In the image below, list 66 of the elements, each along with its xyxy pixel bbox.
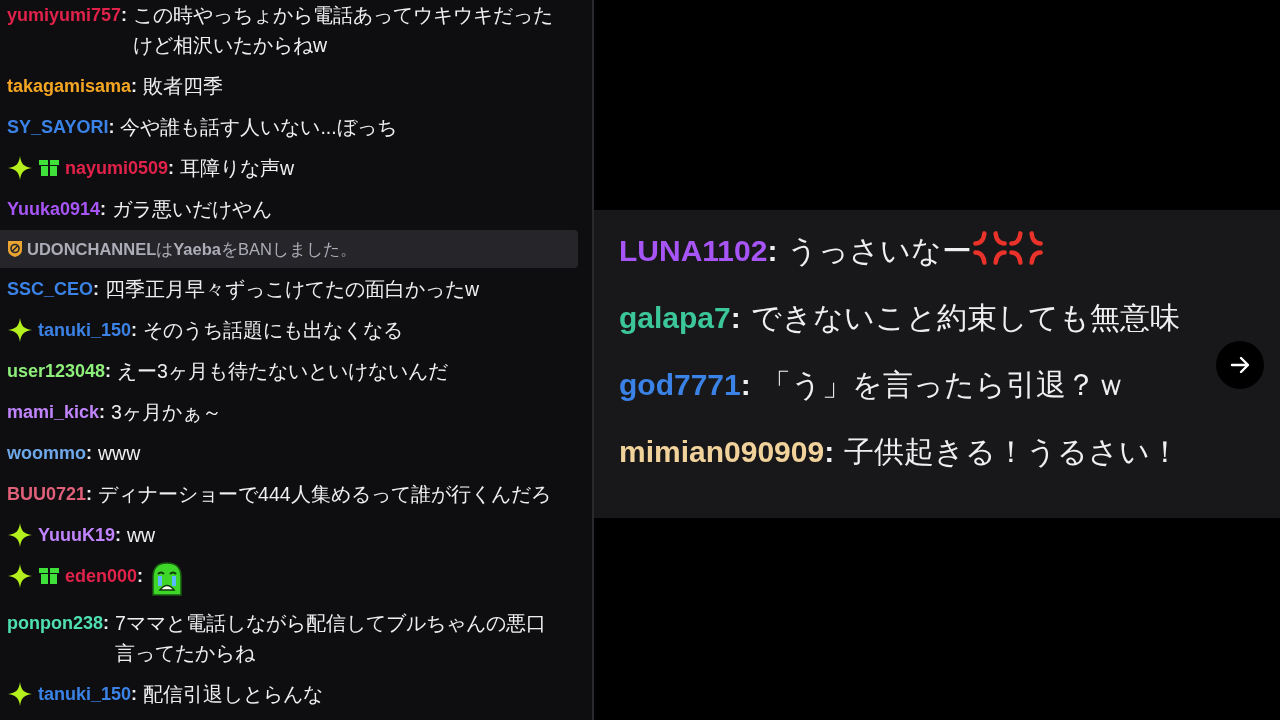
anger-symbol-icon bbox=[972, 230, 1009, 266]
anger-symbol-icon bbox=[1008, 230, 1045, 266]
message-text: そのうち話題にも出なくなる bbox=[143, 318, 405, 343]
sparkle-icon bbox=[7, 563, 33, 589]
colon: : bbox=[105, 360, 112, 383]
colon: : bbox=[168, 157, 175, 180]
message-text: 四季正月早々ずっこけてたの面白かったw bbox=[105, 277, 481, 302]
colon: : bbox=[103, 612, 109, 635]
notice-text: UDONCHANNELはYaebaをBANしました。 bbox=[27, 239, 357, 260]
username: takagamisama bbox=[7, 75, 132, 98]
username: nayumi0509 bbox=[65, 157, 169, 180]
colon: : bbox=[137, 565, 144, 588]
username: tanuki_150 bbox=[38, 319, 132, 342]
username: mimian090909 bbox=[619, 435, 825, 468]
message-text: 子供起きる！うるさい！ bbox=[844, 435, 1181, 468]
username: BUU0721 bbox=[7, 483, 87, 506]
username: user123048 bbox=[7, 360, 106, 383]
message-text: 敗者四季 bbox=[143, 74, 225, 99]
message-text: えー3ヶ月も待たないといけないんだ bbox=[117, 359, 449, 384]
colon: : bbox=[100, 198, 107, 221]
sparkle-icon bbox=[7, 681, 33, 707]
username: god7771 bbox=[619, 368, 741, 401]
username: ponpon238 bbox=[7, 612, 103, 635]
colon: : bbox=[740, 368, 751, 401]
message-text: できないこと約束しても無意味 bbox=[750, 301, 1180, 334]
message-text: 配信引退しとらんな bbox=[143, 682, 325, 707]
username: tanuki_150 bbox=[38, 683, 132, 706]
colon: : bbox=[93, 278, 100, 301]
username: Yuuka0914 bbox=[7, 198, 101, 221]
message-text: ww bbox=[127, 523, 157, 548]
colon: : bbox=[121, 4, 128, 27]
shield-ban-icon bbox=[7, 240, 23, 258]
username: galapa7 bbox=[619, 301, 731, 334]
message-text: うっさいなー bbox=[787, 234, 973, 267]
username: LUNA1102 bbox=[619, 234, 768, 267]
colon: : bbox=[115, 524, 122, 547]
message-text: ディナーショーで444人集めるって誰が行くんだろ bbox=[98, 482, 552, 507]
username: SY_SAYORI bbox=[7, 116, 109, 139]
message-text: 3ヶ月かぁ～ bbox=[111, 400, 223, 425]
username: eden000 bbox=[65, 565, 138, 588]
colon: : bbox=[730, 301, 741, 334]
sparkle-icon bbox=[7, 522, 33, 548]
colon: : bbox=[767, 234, 778, 267]
message-text: www bbox=[98, 441, 142, 466]
colon: : bbox=[824, 435, 835, 468]
message-text: 7ママと電話しながら配信してブルちゃんの悪口言ってたからね bbox=[115, 611, 547, 666]
colon: : bbox=[99, 401, 106, 424]
username: YuuuK19 bbox=[38, 524, 116, 547]
username: woommo bbox=[7, 442, 86, 465]
sparkle-icon bbox=[7, 317, 33, 343]
colon: : bbox=[86, 442, 92, 465]
message-text: 耳障りな声w bbox=[180, 156, 296, 181]
colon: : bbox=[131, 75, 138, 98]
sparkle-icon bbox=[7, 155, 33, 181]
message-text: 「う」を言ったら引退？ｗ bbox=[760, 368, 1126, 401]
colon: : bbox=[86, 483, 93, 506]
message-text: 今や誰も話す人いない...ぼっち bbox=[120, 115, 398, 140]
colon: : bbox=[108, 116, 115, 139]
username: SSC_CEO bbox=[7, 278, 94, 301]
next-arrow-button[interactable] bbox=[1216, 341, 1264, 389]
username: yumiyumi757 bbox=[7, 4, 122, 27]
message-text: ガラ悪いだけやん bbox=[112, 197, 274, 222]
message-text: この時やっちょから電話あってウキウキだったけど相沢いたからねw bbox=[133, 3, 555, 58]
username: mami_kick bbox=[7, 401, 100, 424]
colon: : bbox=[131, 319, 138, 342]
colon: : bbox=[131, 683, 138, 706]
